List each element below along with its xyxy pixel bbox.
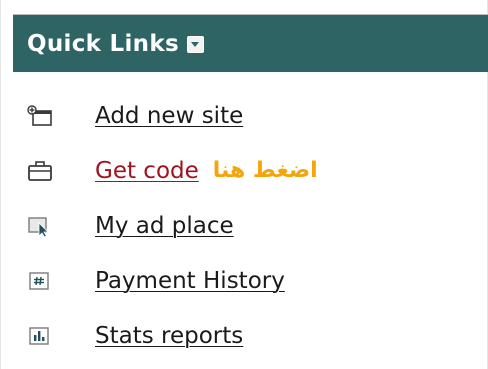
link-row-payment-history: Payment History	[27, 253, 487, 308]
link-row-stats-reports: Stats reports	[27, 308, 487, 363]
stats-reports-link[interactable]: Stats reports	[95, 323, 243, 349]
bar-chart-icon	[27, 325, 53, 347]
click-here-note: اضغط هنا	[212, 158, 318, 183]
quick-links-header: Quick Links	[13, 14, 488, 72]
collapse-icon[interactable]	[186, 36, 204, 53]
add-new-site-link[interactable]: Add new site	[95, 103, 243, 129]
quick-links-panel: Quick Links Add new site Get code اضغط ه…	[0, 0, 488, 369]
link-row-get-code: Get code اضغط هنا	[27, 143, 487, 198]
cursor-box-icon	[27, 215, 53, 237]
my-ad-place-link[interactable]: My ad place	[95, 213, 234, 239]
payment-grid-icon	[27, 270, 53, 292]
link-row-add-new-site: Add new site	[27, 88, 487, 143]
get-code-link[interactable]: Get code	[95, 158, 199, 184]
panel-title: Quick Links	[27, 30, 179, 57]
link-row-my-ad-place: My ad place	[27, 198, 487, 253]
briefcase-icon	[27, 160, 53, 182]
payment-history-link[interactable]: Payment History	[95, 268, 285, 294]
add-site-icon	[27, 104, 53, 127]
quick-links-list: Add new site Get code اضغط هنا My ad pla…	[27, 88, 487, 363]
